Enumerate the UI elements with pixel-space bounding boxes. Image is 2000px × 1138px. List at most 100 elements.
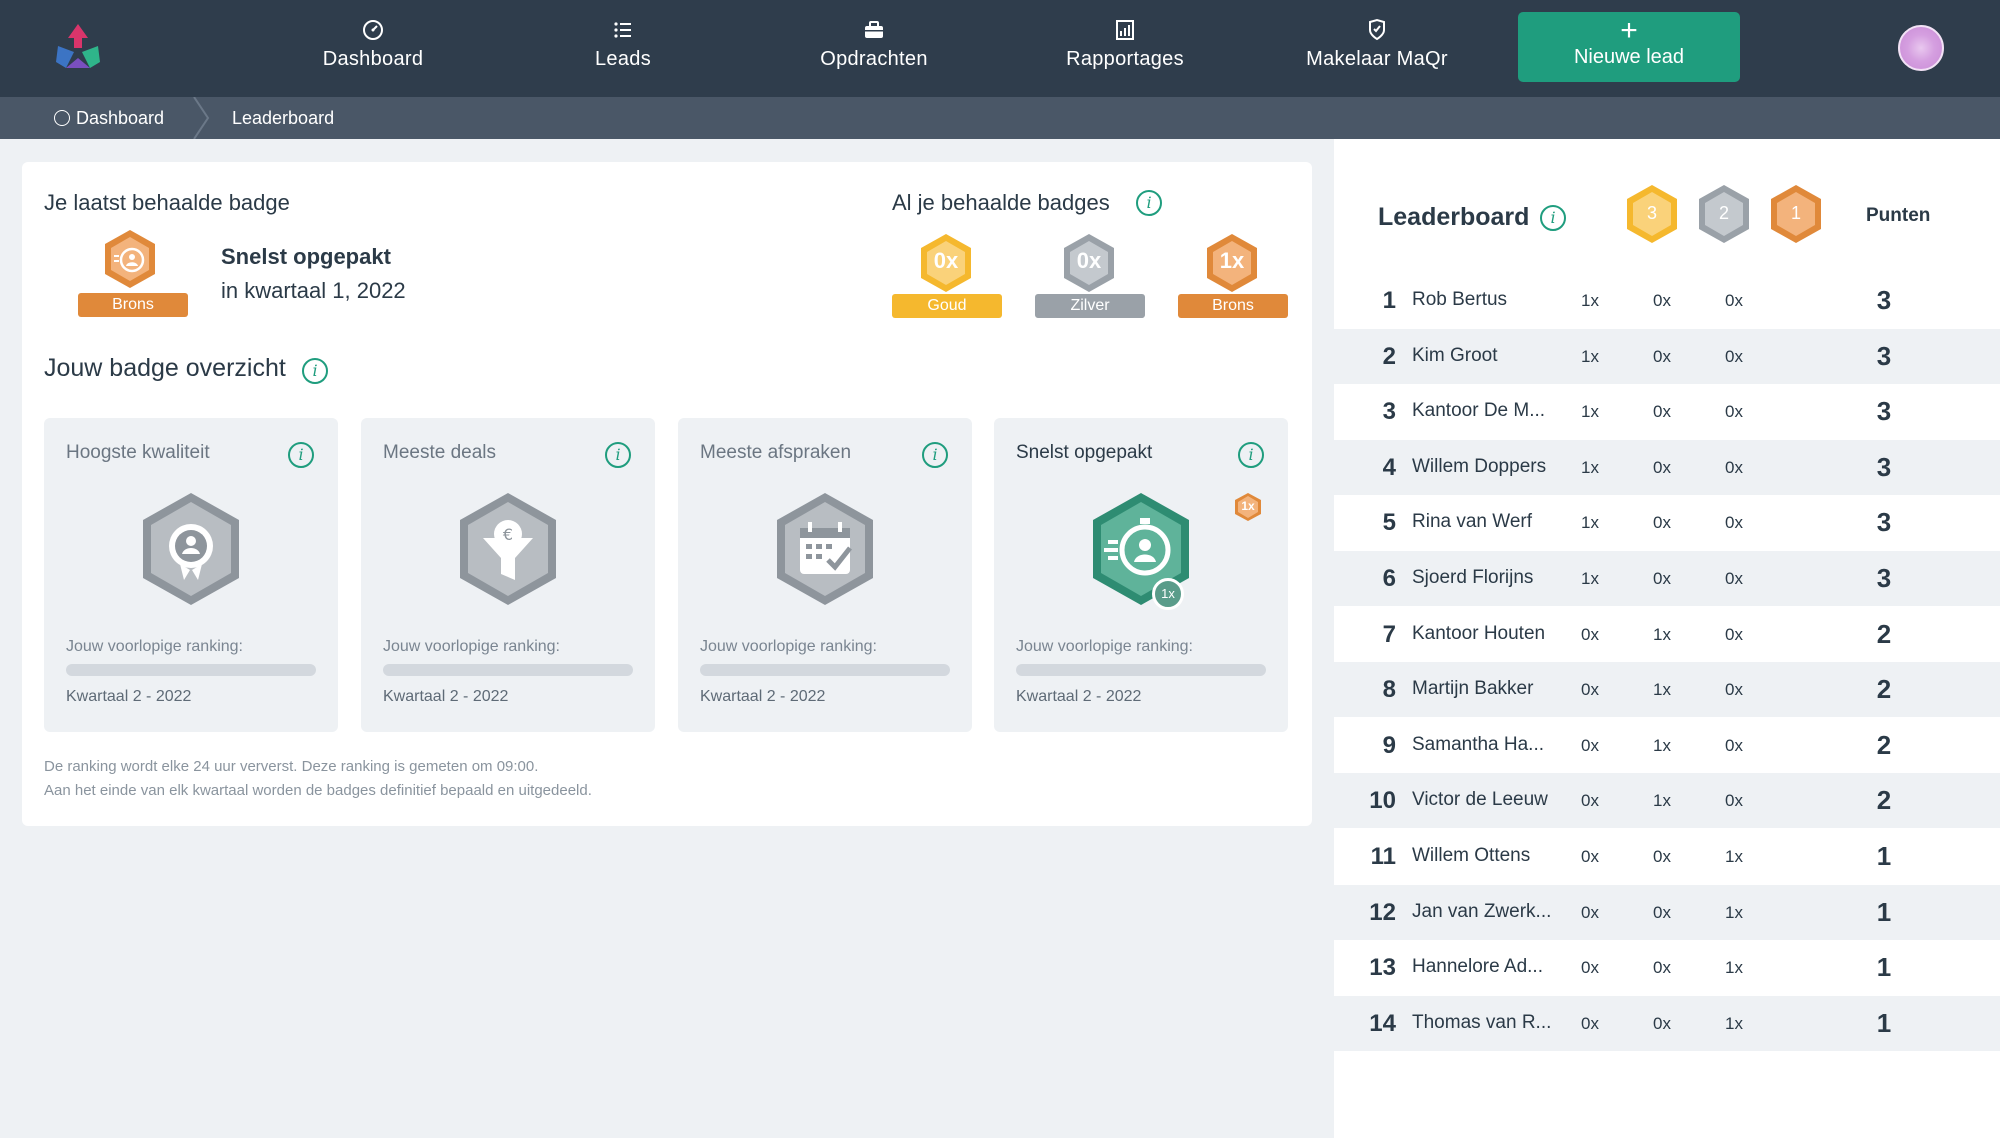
info-icon[interactable]: i <box>1136 190 1162 216</box>
leaderboard-row[interactable]: 2 Kim Groot 1x 0x 0x 3 <box>1334 328 2000 384</box>
info-icon[interactable]: i <box>1540 205 1566 231</box>
leaderboard-row[interactable]: 5 Rina van Werf 1x 0x 0x 3 <box>1334 495 2000 550</box>
new-lead-label: Nieuwe lead <box>1573 46 1685 68</box>
row-points: 3 <box>1876 563 1892 593</box>
leaderboard-row[interactable]: 6 Sjoerd Florijns 1x 0x 0x 3 <box>1334 551 2000 606</box>
leaderboard-row[interactable]: 4 Willem Doppers 1x 0x 0x 3 <box>1334 439 2000 495</box>
row-rank: 5 <box>1382 509 1396 537</box>
badge-card-title: Snelst opgepakt <box>1016 442 1153 463</box>
leaderboard-row[interactable]: 10 Victor de Leeuw 0x 1x 0x 2 <box>1334 773 2000 829</box>
nav-label: Opdrachten <box>820 48 928 70</box>
row-gold-count: 0x <box>1581 735 1599 755</box>
row-bronze-count: 0x <box>1725 291 1743 310</box>
row-silver-count: 1x <box>1653 680 1671 700</box>
row-name: Kim Groot <box>1412 344 1498 366</box>
plus-icon: + <box>1620 14 1638 47</box>
row-name: Willem Doppers <box>1412 455 1547 477</box>
svg-text:€: € <box>503 525 513 544</box>
nav-makelaar-maqr[interactable]: Makelaar MaQr <box>1257 18 1497 78</box>
row-rank: 6 <box>1382 565 1396 592</box>
row-gold-count: 0x <box>1581 624 1599 644</box>
row-silver-count: 0x <box>1653 958 1671 978</box>
row-bronze-count: 1x <box>1725 1013 1743 1033</box>
ranking-label: Jouw voorlopige ranking: <box>66 638 243 655</box>
row-points: 1 <box>1876 1007 1892 1038</box>
row-points: 1 <box>1876 841 1892 871</box>
leaderboard-row[interactable]: 8 Martijn Bakker 0x 1x 0x 2 <box>1334 662 2000 718</box>
user-avatar[interactable] <box>1898 25 1944 71</box>
app-logo[interactable] <box>52 22 104 70</box>
silver-header-hex: 2 <box>1696 183 1752 250</box>
bronze-badge-label: Brons <box>1178 294 1288 318</box>
new-lead-button[interactable]: + Nieuwe lead <box>1518 12 1740 82</box>
row-gold-count: 1x <box>1581 569 1599 588</box>
row-silver-count: 1x <box>1653 791 1671 811</box>
leaderboard-row[interactable]: 12 Jan van Zwerk... 0x 0x 1x 1 <box>1334 884 2000 940</box>
leaderboard-row[interactable]: 1 Rob Bertus 1x 0x 0x 3 <box>1334 273 2000 328</box>
row-silver-count: 0x <box>1653 847 1671 866</box>
leaderboard-row[interactable]: 13 Hannelore Ad... 0x 0x 1x 1 <box>1334 940 2000 995</box>
row-bronze-count: 1x <box>1725 902 1743 922</box>
breadcrumb-label: Dashboard <box>76 108 165 128</box>
gold-badge-label: Goud <box>892 294 1002 318</box>
row-rank: 11 <box>1370 843 1396 870</box>
row-name: Kantoor De M... <box>1412 400 1546 422</box>
row-name: Victor de Leeuw <box>1412 789 1548 811</box>
report-icon <box>1005 18 1245 44</box>
leaderboard-row[interactable]: 11 Willem Ottens 0x 0x 1x 1 <box>1334 829 2000 884</box>
leaderboard-row[interactable]: 3 Kantoor De M... 1x 0x 0x 3 <box>1334 384 2000 439</box>
latest-badge-name: Snelst opgepakt <box>221 244 391 269</box>
info-icon[interactable]: i <box>302 358 328 384</box>
ranking-bar <box>700 664 950 676</box>
leaderboard-row[interactable]: 7 Kantoor Houten 0x 1x 0x 2 <box>1334 607 2000 662</box>
row-points: 1 <box>1876 952 1892 983</box>
row-rank: 13 <box>1369 954 1396 982</box>
quality-icon <box>138 490 244 613</box>
leaderboard-row[interactable]: 14 Thomas van R... 0x 0x 1x 1 <box>1334 995 2000 1051</box>
nav-leads[interactable]: Leads <box>503 18 743 78</box>
badge-card-title: Hoogste kwaliteit <box>66 442 210 463</box>
row-bronze-count: 0x <box>1725 457 1743 477</box>
row-gold-count: 0x <box>1581 958 1599 978</box>
row-bronze-count: 0x <box>1725 680 1743 700</box>
badge-card-snelst-opgepakt[interactable]: Snelst opgepakt i 1x 1x Jouw voorlopige … <box>994 418 1288 732</box>
makelaar-icon <box>1257 18 1497 44</box>
row-name: Samantha Ha... <box>1412 733 1545 755</box>
nav-opdrachten[interactable]: Opdrachten <box>754 18 994 78</box>
breadcrumb: Dashboard Leaderboard <box>0 97 2000 139</box>
ranking-label: Jouw voorlopige ranking: <box>700 638 877 655</box>
ranking-bar <box>383 664 633 676</box>
row-name: Sjoerd Florijns <box>1412 567 1534 588</box>
row-silver-count: 0x <box>1653 513 1671 533</box>
nav-rapportages[interactable]: Rapportages <box>1005 18 1245 78</box>
leaderboard-panel: Leaderboard i 3 2 1 Punten 1 Rob Bertus 1x… <box>1334 139 2000 1138</box>
breadcrumb-separator <box>193 97 210 139</box>
gold-badge-hex: 0x <box>918 232 974 299</box>
row-name: Martijn Bakker <box>1412 678 1534 700</box>
nav-dashboard[interactable]: Dashboard <box>253 18 493 78</box>
info-icon[interactable]: i <box>288 442 314 468</box>
leaderboard-title: Leaderboard <box>1378 203 1530 231</box>
row-bronze-count: 1x <box>1725 847 1743 866</box>
row-gold-count: 1x <box>1581 402 1599 422</box>
row-name: Hannelore Ad... <box>1412 956 1543 978</box>
leaderboard-row[interactable]: 9 Samantha Ha... 0x 1x 0x 2 <box>1334 718 2000 773</box>
badge-card-period: Kwartaal 2 - 2022 <box>66 688 192 705</box>
row-points: 1 <box>1876 896 1892 927</box>
row-gold-count: 1x <box>1581 513 1599 533</box>
row-bronze-count: 0x <box>1725 791 1743 811</box>
badge-card-meeste-afspraken[interactable]: Meeste afspraken i Jouw voorlopige ranki… <box>678 418 972 732</box>
badge-card-meeste-deals[interactable]: Meeste deals i € Jouw voorlopige ranking… <box>361 418 655 732</box>
badge-card-hoogste-kwaliteit[interactable]: Hoogste kwaliteit i Jouw voorlopige rank… <box>44 418 338 732</box>
breadcrumb-dashboard[interactable]: Dashboard <box>54 97 164 139</box>
row-silver-count: 0x <box>1653 291 1671 310</box>
info-icon[interactable]: i <box>1238 442 1264 468</box>
badge-card: Je laatst behaalde badge Brons Snelst op… <box>22 162 1312 826</box>
row-gold-count: 0x <box>1581 847 1599 866</box>
nav-label: Makelaar MaQr <box>1306 48 1448 70</box>
info-icon[interactable]: i <box>922 442 948 468</box>
footnote-quarter: Aan het einde van elk kwartaal worden de… <box>44 782 592 799</box>
bronze-header-hex: 1 <box>1768 183 1824 250</box>
info-icon[interactable]: i <box>605 442 631 468</box>
ranking-bar <box>1016 664 1266 676</box>
